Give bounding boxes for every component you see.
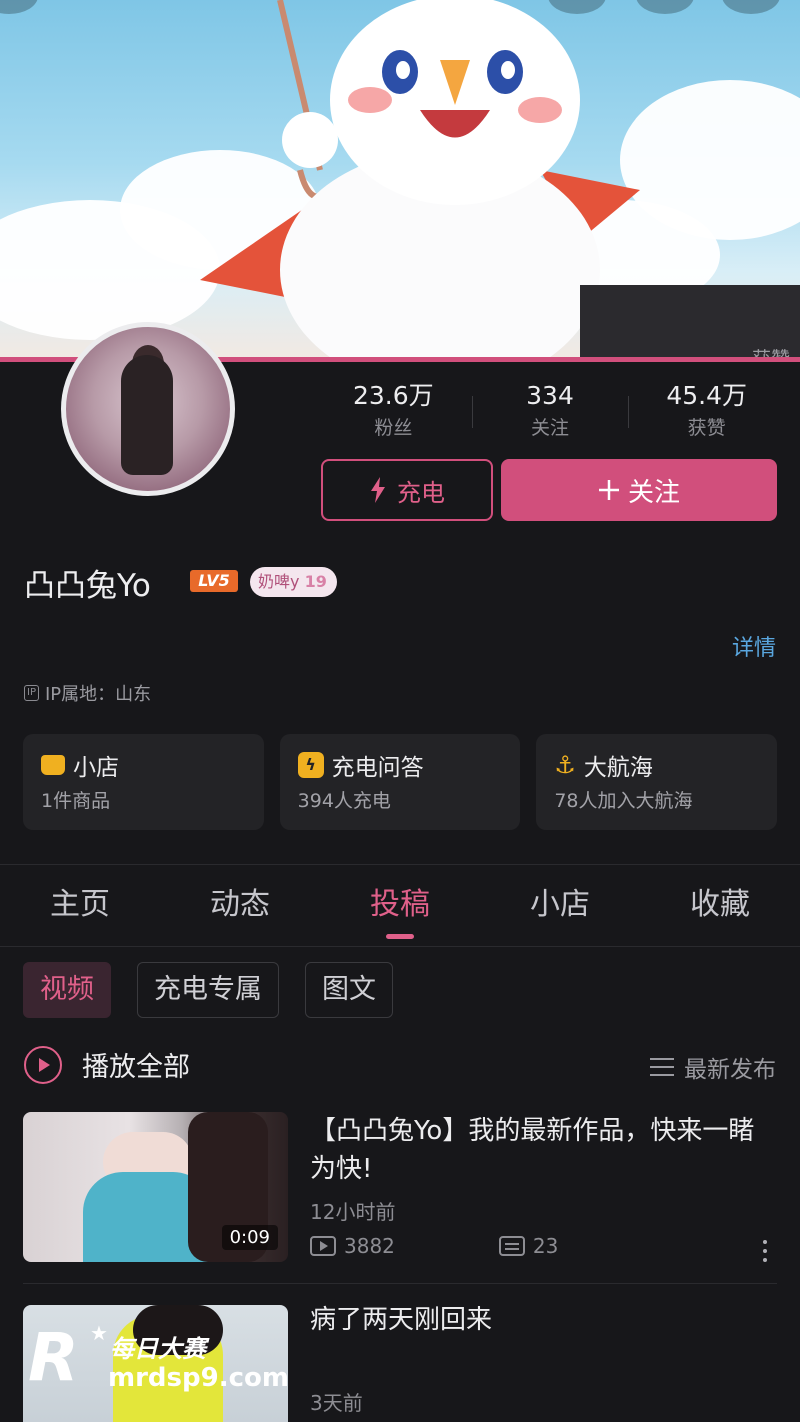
detail-link[interactable]: 详情 xyxy=(732,630,776,662)
more-options-icon[interactable] xyxy=(763,1240,767,1244)
sort-list-icon xyxy=(650,1058,674,1076)
play-circle-icon xyxy=(24,1045,62,1084)
card-shop[interactable]: 小店 1件商品 xyxy=(23,734,264,830)
video-time: 3天前 xyxy=(310,1391,363,1415)
card-charge-qa[interactable]: ϟ 充电问答 394人充电 xyxy=(279,734,521,830)
play-count: 3882 xyxy=(344,1234,395,1258)
ip-location-text: IP属地：山东 xyxy=(44,684,152,705)
follow-button-label: 关注 xyxy=(627,477,680,508)
tab-submissions[interactable]: 投稿 xyxy=(320,880,480,940)
video-title[interactable]: 病了两天刚回来 xyxy=(310,1301,777,1339)
play-all-button[interactable]: 播放全部 xyxy=(24,1045,190,1084)
sort-label: 最新发布 xyxy=(684,1057,776,1083)
divider xyxy=(0,864,800,865)
profile-tabs: 主页 动态 投稿 小店 收藏 xyxy=(0,880,800,940)
stat-label: 获赞 xyxy=(687,417,726,439)
video-thumbnail[interactable]: 0:09 xyxy=(23,1112,288,1262)
anchor-icon: ⚓ xyxy=(554,751,576,779)
stat-following[interactable]: 334 关注 xyxy=(471,378,629,448)
watermark-text: 每日大赛 xyxy=(110,1335,206,1363)
video-duration: 0:09 xyxy=(221,1225,278,1250)
stat-label: 关注 xyxy=(531,417,570,439)
follow-button[interactable]: 关注 xyxy=(501,459,777,521)
card-subtitle: 1件商品 xyxy=(41,790,111,812)
watermark-logo: R ★ 每日大赛 mrdsp9.com xyxy=(28,1319,308,1396)
play-count-icon xyxy=(310,1236,336,1256)
charge-qa-icon: ϟ xyxy=(297,752,324,778)
chip-image-text[interactable]: 图文 xyxy=(305,962,393,1018)
fan-medal[interactable]: 奶啤y 19 xyxy=(250,567,337,597)
play-all-label: 播放全部 xyxy=(82,1052,190,1083)
video-item[interactable]: 0:09 【凸凸兔Yo】我的最新作品，快来一睹为快! 12小时前 3882 23 xyxy=(23,1112,777,1264)
watermark-url: mrdsp9.com xyxy=(108,1363,289,1393)
avatar[interactable] xyxy=(61,322,235,496)
tab-dynamic[interactable]: 动态 xyxy=(160,880,320,940)
video-time: 12小时前 xyxy=(310,1200,396,1224)
card-voyage[interactable]: ⚓ 大航海 78人加入大航海 xyxy=(536,734,778,830)
video-meta: 3882 23 xyxy=(310,1234,558,1258)
chip-video[interactable]: 视频 xyxy=(23,962,111,1018)
comment-count: 23 xyxy=(532,1234,559,1258)
fan-medal-name: 奶啤y xyxy=(258,572,300,591)
video-title[interactable]: 【凸凸兔Yo】我的最新作品，快来一睹为快! xyxy=(310,1112,777,1188)
profile-name: 凸凸兔Yo xyxy=(24,568,151,604)
charge-button[interactable]: 充电 xyxy=(321,459,493,521)
profile-banner[interactable]: 获赞 xyxy=(0,0,800,362)
divider xyxy=(23,1283,777,1284)
charge-button-label: 充电 xyxy=(397,478,445,507)
tab-home[interactable]: 主页 xyxy=(0,880,160,940)
tab-favorites[interactable]: 收藏 xyxy=(640,880,800,940)
chip-charge-exclusive[interactable]: 充电专属 xyxy=(137,962,279,1018)
stat-value: 45.4万 xyxy=(666,381,748,410)
plus-icon xyxy=(598,480,619,500)
card-title: 大航海 xyxy=(583,755,653,781)
stat-label: 粉丝 xyxy=(374,417,413,439)
card-title: 小店 xyxy=(73,755,119,781)
stat-fans[interactable]: 23.6万 粉丝 xyxy=(315,378,472,448)
fan-medal-level: 19 xyxy=(304,572,327,591)
stat-likes[interactable]: 45.4万 获赞 xyxy=(628,378,785,448)
feature-cards: 小店 1件商品 ϟ 充电问答 394人充电 ⚓ 大航海 78人加入大航海 xyxy=(23,734,778,830)
content-filter-chips: 视频 充电专属 图文 xyxy=(23,962,393,1018)
ip-location: IP IP属地：山东 xyxy=(24,680,151,706)
card-subtitle: 394人充电 xyxy=(297,790,391,812)
watermark-star: ★ xyxy=(90,1321,108,1345)
stat-value: 23.6万 xyxy=(353,381,434,410)
avatar-figure-body xyxy=(121,355,173,475)
shop-icon xyxy=(41,755,65,775)
watermark-letter: R xyxy=(28,1319,79,1396)
comment-icon xyxy=(498,1236,525,1256)
divider xyxy=(0,946,800,947)
card-title: 充电问答 xyxy=(331,755,424,781)
stat-value: 334 xyxy=(526,381,574,410)
level-badge[interactable]: LV5 xyxy=(190,570,238,592)
profile-stats: 23.6万 粉丝 334 关注 45.4万 获赞 xyxy=(315,378,785,448)
ip-icon: IP xyxy=(24,685,39,701)
card-subtitle: 78人加入大航海 xyxy=(554,790,693,812)
sort-selector[interactable]: 最新发布 xyxy=(650,1050,776,1084)
tab-shop[interactable]: 小店 xyxy=(480,880,640,940)
lightning-icon xyxy=(371,477,385,503)
